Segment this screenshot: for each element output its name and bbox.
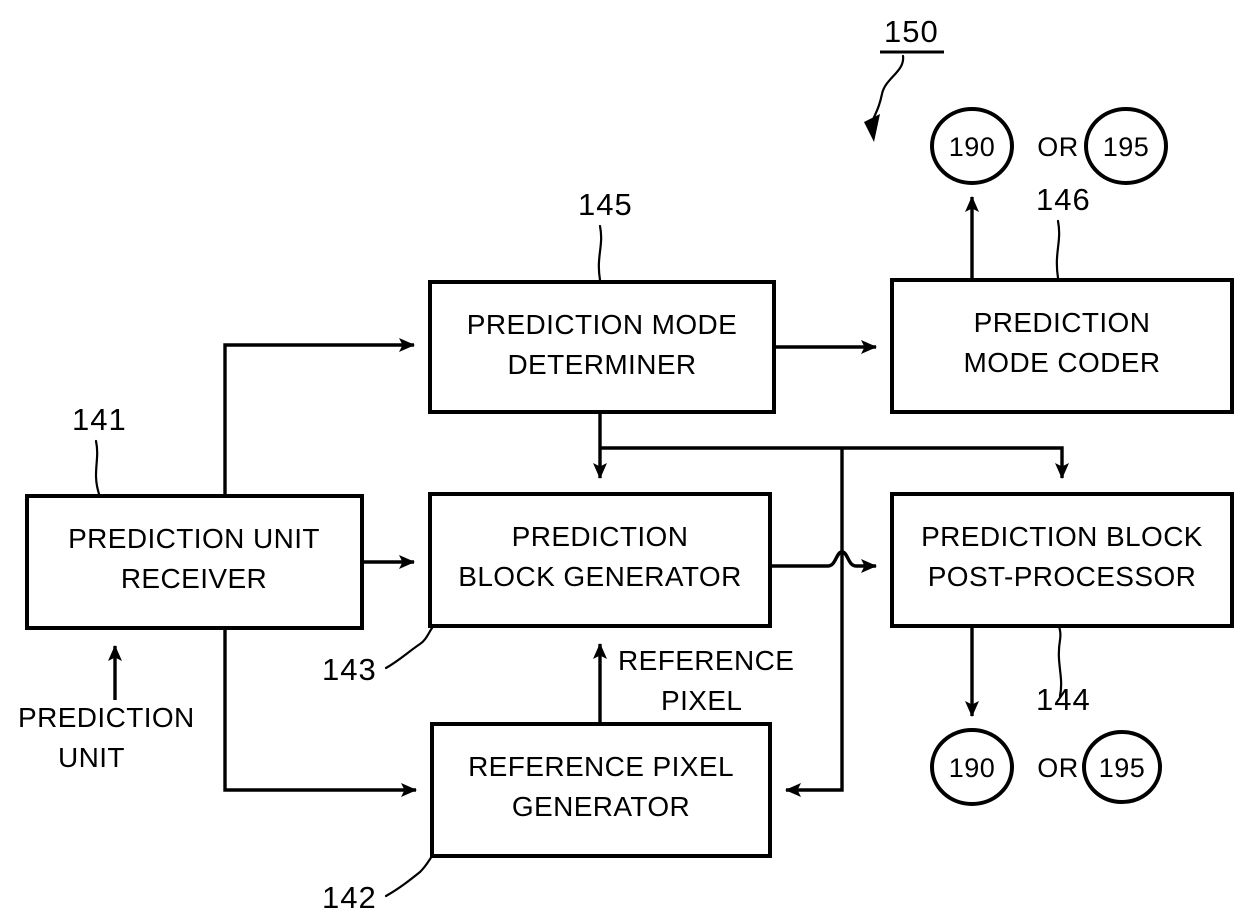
block-prediction-mode-determiner-line1: PREDICTION MODE [467, 309, 737, 340]
block-prediction-block-post-processor-line1: PREDICTION BLOCK [921, 521, 1203, 552]
block-prediction-mode-determiner-line2: DETERMINER [507, 349, 696, 380]
ref-145-text: 145 [578, 187, 633, 222]
ref-141-text: 141 [72, 402, 127, 437]
block-prediction-unit-receiver[interactable]: PREDICTION UNIT RECEIVER [25, 494, 364, 630]
block-prediction-block-post-processor[interactable]: PREDICTION BLOCK POST-PROCESSOR [890, 492, 1234, 628]
block-prediction-mode-coder-line2: MODE CODER [964, 347, 1161, 378]
block-prediction-block-generator[interactable]: PREDICTION BLOCK GENERATOR [428, 492, 772, 628]
figure-ref-leader [870, 54, 905, 124]
reference-146: 146 [1036, 182, 1091, 280]
block-reference-pixel-generator-line2: GENERATOR [512, 791, 690, 822]
reference-141: 141 [72, 402, 127, 496]
reference-pixel-signal-label: REFERENCE PIXEL [618, 645, 794, 716]
block-prediction-block-post-processor-rect[interactable] [890, 492, 1234, 628]
wire-bus-to-ref-pixel-generator [785, 448, 844, 797]
block-prediction-block-generator-rect[interactable] [428, 492, 772, 628]
figure-reference-150: 150 [864, 14, 944, 142]
output-circles-top: 190 OR 195 [930, 107, 1168, 185]
ref-142-text: 142 [322, 880, 377, 915]
input-signal-line2: UNIT [58, 742, 125, 773]
input-signal-label: PREDICTION UNIT [18, 702, 195, 773]
wire-receiver-to-determiner [223, 338, 415, 496]
ref-142-leader [384, 854, 434, 898]
block-prediction-mode-determiner-rect[interactable] [428, 280, 776, 414]
block-prediction-block-generator-line2: BLOCK GENERATOR [458, 561, 741, 592]
wire-determiner-to-post-processor [600, 446, 1069, 479]
wire-block-generator-to-post-processor [770, 550, 877, 573]
output-circles-bottom: 190 OR 195 [930, 728, 1162, 806]
circle-195-bottom-label: 195 [1099, 753, 1146, 783]
block-prediction-mode-coder[interactable]: PREDICTION MODE CODER [890, 278, 1234, 414]
reference-143: 143 [322, 626, 434, 687]
block-prediction-mode-determiner[interactable]: PREDICTION MODE DETERMINER [428, 280, 776, 414]
block-reference-pixel-generator[interactable]: REFERENCE PIXEL GENERATOR [430, 722, 772, 858]
reference-144: 144 [1036, 624, 1091, 717]
figure-ref-text: 150 [884, 14, 939, 49]
circle-190-bottom-label: 190 [949, 753, 996, 783]
block-prediction-block-generator-line1: PREDICTION [512, 521, 689, 552]
reference-142: 142 [322, 854, 434, 915]
reference-145: 145 [578, 187, 633, 282]
circle-190-top-label: 190 [949, 132, 996, 162]
wire-receiver-to-ref-pixel-generator [223, 628, 417, 797]
or-label-bottom: OR [1037, 753, 1079, 783]
ref-145-leader [597, 224, 603, 282]
ref-146-text: 146 [1036, 182, 1091, 217]
block-reference-pixel-generator-line1: REFERENCE PIXEL [468, 751, 734, 782]
input-signal-line1: PREDICTION [18, 702, 195, 733]
ref-144-text: 144 [1036, 682, 1091, 717]
ref-143-text: 143 [322, 652, 377, 687]
reference-pixel-line2: PIXEL [661, 685, 742, 716]
ref-141-leader [94, 439, 101, 496]
block-prediction-unit-receiver-line2: RECEIVER [121, 563, 267, 594]
block-prediction-unit-receiver-line1: PREDICTION UNIT [68, 523, 320, 554]
block-prediction-block-post-processor-line2: POST-PROCESSOR [928, 561, 1197, 592]
block-prediction-mode-coder-line1: PREDICTION [974, 307, 1151, 338]
figure-canvas: 150 190 OR 195 145 146 141 PREDICTION MO… [0, 0, 1240, 920]
ref-146-leader [1055, 219, 1061, 280]
circle-195-top-label: 195 [1103, 132, 1150, 162]
block-prediction-mode-coder-rect[interactable] [890, 278, 1234, 414]
block-diagram-svg: 150 190 OR 195 145 146 141 PREDICTION MO… [18, 14, 1234, 915]
figure-ref-arrowhead [864, 114, 880, 142]
ref-143-leader [384, 626, 434, 670]
reference-pixel-line1: REFERENCE [618, 645, 794, 676]
or-label-top: OR [1037, 132, 1079, 162]
block-prediction-unit-receiver-rect[interactable] [25, 494, 364, 630]
block-reference-pixel-generator-rect[interactable] [430, 722, 772, 858]
